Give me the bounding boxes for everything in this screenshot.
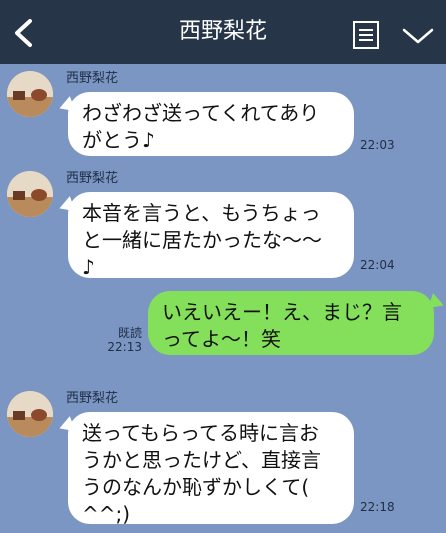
message-time: 22:18 [360, 500, 395, 514]
avatar[interactable] [7, 71, 53, 117]
avatar[interactable] [7, 171, 53, 217]
avatar[interactable] [7, 391, 53, 437]
message-text-line: うのなんか恥ずかしくて( [82, 475, 310, 499]
sender-name: 西野梨花 [66, 71, 119, 86]
sender-name: 西野梨花 [66, 391, 119, 406]
message-bubble-incoming[interactable]: わざわざ送ってくれてあり がとう♪ [68, 92, 354, 156]
message-text-line: いえいえー！え、まじ？言 [162, 300, 402, 324]
chevron-down-icon[interactable] [402, 27, 434, 45]
sender-name: 西野梨花 [66, 171, 119, 186]
avatar-photo-icon [7, 71, 53, 117]
avatar-photo-icon [7, 171, 53, 217]
message-text-line: 本音を言うと、もうちょっ [82, 201, 321, 225]
message-text-line: と一緒に居たかったな〜〜 [82, 228, 322, 252]
message-text-line: うかと思ったけど、直接言 [82, 448, 321, 472]
message-text-line: がとう♪ [82, 128, 155, 152]
chat-header: 西野梨花 [0, 0, 446, 64]
message-time: 22:04 [360, 258, 395, 272]
message-bubble-incoming[interactable]: 送ってもらってる時に言お うかと思ったけど、直接言 うのなんか恥ずかしくて( ^… [68, 412, 354, 526]
message-bubble-outgoing[interactable]: いえいえー！え、まじ？言 ってよ〜！笑 [148, 291, 434, 355]
message-bubble-incoming[interactable]: 本音を言うと、もうちょっ と一緒に居たかったな〜〜 ♪ [68, 192, 354, 279]
message-text-line: わざわざ送ってくれてあり [82, 101, 320, 125]
message-time: 22:13 [107, 340, 142, 354]
document-list-icon[interactable] [352, 20, 380, 50]
read-label: 既読 [117, 326, 142, 340]
message-text-line: 送ってもらってる時に言お [82, 421, 319, 445]
message-text-line: ♪ [82, 255, 95, 279]
avatar-photo-icon [7, 391, 53, 437]
read-receipt: 既読 22:13 [104, 326, 142, 354]
message-text-line: ^^;) [82, 502, 131, 526]
message-time: 22:03 [360, 138, 395, 152]
message-text-line: ってよ〜！笑 [162, 327, 281, 351]
